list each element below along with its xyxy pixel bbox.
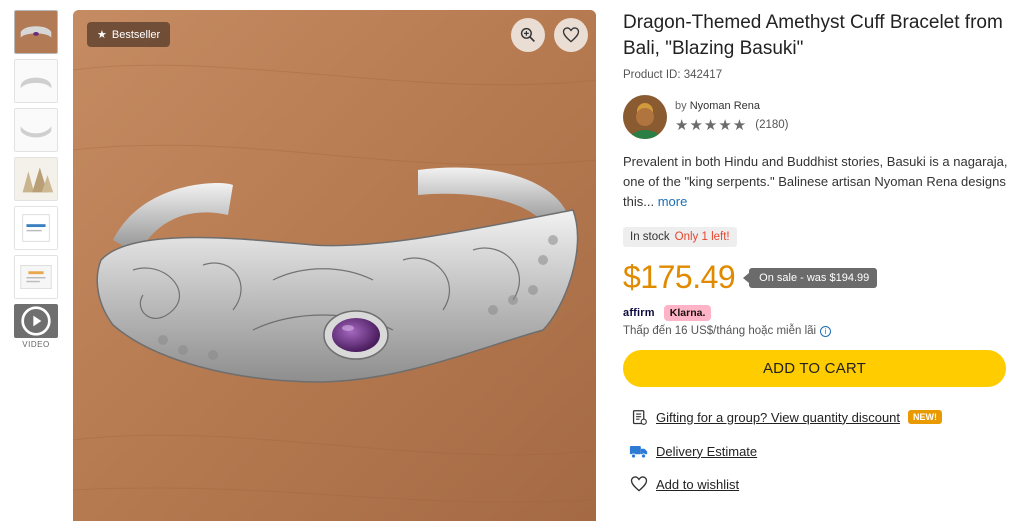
installment-info: Thấp đến 16 US$/tháng hoặc miễn lãi i — [623, 325, 1008, 337]
video-thumbnail[interactable] — [14, 304, 58, 338]
review-count: (2180) — [755, 119, 789, 131]
thumbnail-gallery: VIDEO — [14, 10, 58, 349]
delivery-estimate-link[interactable]: Delivery Estimate — [656, 444, 757, 459]
thumbnail-1[interactable] — [14, 10, 58, 54]
bracelet-photo — [73, 10, 596, 521]
thumbnail-3[interactable] — [14, 108, 58, 152]
product-id: Product ID: 342417 — [623, 69, 723, 81]
gifting-row: Gifting for a group? View quantity disco… — [629, 407, 1008, 427]
stock-status: In stock Only 1 left! — [623, 227, 737, 247]
price-row: $175.49 On sale - was $194.99 — [623, 259, 1008, 296]
play-icon — [21, 306, 51, 336]
zoom-button[interactable] — [511, 18, 545, 52]
thumbnail-5[interactable] — [14, 206, 58, 250]
installment-text: Thấp đến 16 US$/tháng hoặc miễn lãi — [623, 325, 817, 337]
new-badge: NEW! — [908, 410, 943, 424]
star-icon: ★ — [97, 29, 107, 41]
sale-tag: On sale - was $194.99 — [743, 267, 878, 288]
thumbnail-6[interactable] — [14, 255, 58, 299]
bestseller-label: Bestseller — [111, 28, 161, 41]
magnifier-plus-icon — [520, 27, 535, 42]
product-info-panel: Dragon-Themed Amethyst Cuff Bracelet fro… — [623, 10, 1008, 494]
artisan-byline: by Nyoman Rena — [675, 100, 789, 112]
favorite-button[interactable] — [554, 18, 588, 52]
product-title: Dragon-Themed Amethyst Cuff Bracelet fro… — [623, 12, 1003, 59]
stock-remaining: Only 1 left! — [674, 231, 730, 243]
rating-stars: ★★★★★ — [675, 117, 748, 134]
rating-row[interactable]: ★★★★★ (2180) — [675, 116, 789, 134]
delivery-row: Delivery Estimate — [629, 441, 1008, 461]
video-label: VIDEO — [22, 340, 50, 349]
artisan-block: by Nyoman Rena ★★★★★ (2180) — [623, 95, 1008, 139]
artisan-name-link[interactable]: Nyoman Rena — [690, 100, 760, 112]
artisan-by-label: by — [675, 100, 687, 112]
add-to-wishlist-link[interactable]: Add to wishlist — [656, 477, 739, 492]
info-icon[interactable]: i — [820, 325, 832, 337]
wishlist-row: Add to wishlist — [629, 474, 1008, 494]
artisan-avatar[interactable] — [623, 95, 667, 139]
more-link[interactable]: more — [658, 194, 688, 209]
payment-options: affirm Klarna. — [623, 305, 1008, 321]
quantity-discount-link[interactable]: Gifting for a group? View quantity disco… — [656, 410, 900, 425]
stock-label: In stock — [630, 231, 670, 243]
heart-icon — [562, 27, 580, 43]
product-description: Prevalent in both Hindu and Buddhist sto… — [623, 152, 1008, 212]
klarna-logo[interactable]: Klarna. — [663, 305, 712, 321]
add-to-cart-button[interactable]: ADD TO CART — [623, 350, 1006, 387]
price: $175.49 — [623, 259, 736, 295]
product-main-image[interactable]: ★ Bestseller — [73, 10, 596, 521]
thumbnail-4[interactable] — [14, 157, 58, 201]
gift-list-icon — [629, 407, 649, 427]
affirm-logo[interactable]: affirm — [623, 307, 655, 319]
heart-outline-icon — [629, 474, 649, 494]
bestseller-badge: ★ Bestseller — [87, 22, 171, 47]
delivery-truck-icon — [629, 441, 649, 461]
thumbnail-2[interactable] — [14, 59, 58, 103]
